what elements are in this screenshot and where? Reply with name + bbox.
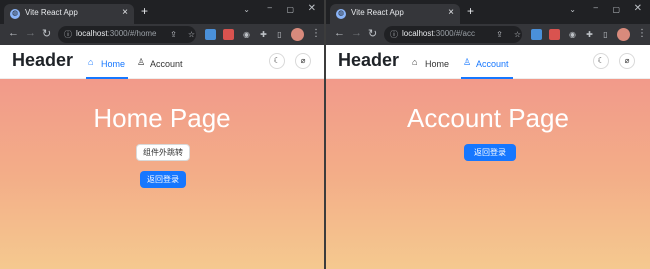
back-to-login-button[interactable]: 返回登录 (140, 171, 186, 188)
maximize-icon[interactable]: ▢ (612, 5, 620, 14)
user-icon: ♙ (463, 57, 472, 67)
url-host: localhost (76, 29, 108, 38)
dark-mode-toggle-icon[interactable]: ☾ (269, 53, 285, 69)
extension-icon[interactable] (205, 29, 216, 40)
url-path: :3000/#/acc (433, 29, 475, 38)
user-icon: ♙ (137, 57, 146, 67)
browser-window-right: ◍ Vite React App × + ⌄ – ▢ ✕ ← → ↻ ⓘ loc… (326, 0, 650, 269)
tab-search-icon[interactable]: ⌄ (569, 5, 576, 14)
browser-tab[interactable]: ◍ Vite React App × (330, 4, 460, 24)
puzzle-icon[interactable]: ✚ (258, 29, 269, 40)
globe-icon: ◍ (10, 9, 20, 19)
menu-item-account[interactable]: ♙ Account (137, 45, 185, 79)
extension-icon[interactable] (549, 29, 560, 40)
reload-icon[interactable]: ↻ (42, 27, 51, 40)
tab-title: Vite React App (25, 8, 78, 17)
window-close-icon[interactable]: ✕ (308, 3, 316, 14)
minimize-icon[interactable]: – (268, 3, 272, 12)
avatar[interactable] (291, 28, 304, 41)
outside-navigate-button[interactable]: 组件外跳转 (136, 144, 190, 161)
info-icon[interactable]: ⓘ (390, 29, 398, 40)
forward-arrow-icon[interactable]: → (25, 27, 36, 39)
url-host: localhost (402, 29, 434, 38)
home-icon: ⌂ (412, 57, 418, 67)
browser-tab[interactable]: ◍ Vite React App × (4, 4, 134, 24)
compass-icon[interactable]: ⌀ (295, 53, 311, 69)
menu-label: Home (101, 59, 126, 69)
close-icon[interactable]: × (448, 7, 454, 18)
app-brand: Header (12, 50, 74, 70)
new-tab-icon[interactable]: + (467, 4, 474, 18)
extension-icon[interactable] (531, 29, 542, 40)
menu-label: Account (476, 59, 509, 69)
screen: ◍ Vite React App × + ⌄ – ▢ ✕ ← → ↻ ⓘ loc… (0, 0, 650, 269)
tab-search-icon[interactable]: ⌄ (243, 5, 250, 14)
back-arrow-icon[interactable]: ← (334, 27, 345, 39)
close-icon[interactable]: × (122, 7, 128, 18)
puzzle-icon[interactable]: ✚ (584, 29, 595, 40)
extension-icon[interactable] (223, 29, 234, 40)
minimize-icon[interactable]: – (594, 3, 598, 12)
bookmark-star-icon[interactable]: ☆ (186, 29, 197, 40)
share-icon[interactable]: ⇪ (168, 29, 179, 40)
reload-icon[interactable]: ↻ (368, 27, 377, 40)
menu-kebab-icon[interactable]: ⋮ (637, 28, 647, 39)
share-icon[interactable]: ⇪ (494, 29, 505, 40)
page-title: Home Page (93, 103, 231, 133)
browser-toolbar: ← → ↻ ⓘ localhost:3000/#/acc ⇪ ☆ ◉ ✚ ▯ ⋮ (326, 24, 650, 45)
sidebar-icon[interactable]: ▯ (274, 29, 285, 40)
new-tab-icon[interactable]: + (141, 4, 148, 18)
extension-icon[interactable]: ◉ (567, 29, 578, 40)
tab-strip: ◍ Vite React App × + ⌄ – ▢ ✕ (0, 0, 324, 24)
app-header: Header ⌂ Home ♙ Account ☾ ⌀ (0, 45, 324, 79)
page-content: Home Page 组件外跳转 返回登录 (0, 79, 324, 269)
browser-toolbar: ← → ↻ ⓘ localhost:3000/#/home ⇪ ☆ ◉ ✚ ▯ … (0, 24, 324, 45)
url-text: localhost:3000/#/acc (402, 29, 475, 38)
extension-icon[interactable]: ◉ (241, 29, 252, 40)
menu-label: Account (150, 59, 183, 69)
forward-arrow-icon[interactable]: → (351, 27, 362, 39)
url-text: localhost:3000/#/home (76, 29, 157, 38)
menu-kebab-icon[interactable]: ⋮ (311, 28, 321, 39)
tab-title: Vite React App (351, 8, 404, 17)
page-title: Account Page (407, 103, 569, 133)
bookmark-star-icon[interactable]: ☆ (512, 29, 523, 40)
tab-strip: ◍ Vite React App × + ⌄ – ▢ ✕ (326, 0, 650, 24)
compass-icon[interactable]: ⌀ (619, 53, 635, 69)
avatar[interactable] (617, 28, 630, 41)
url-path: :3000/#/home (107, 29, 157, 38)
maximize-icon[interactable]: ▢ (286, 5, 294, 14)
window-close-icon[interactable]: ✕ (634, 3, 642, 14)
back-arrow-icon[interactable]: ← (8, 27, 19, 39)
page-content: Account Page 返回登录 (326, 79, 650, 269)
globe-icon: ◍ (336, 9, 346, 19)
home-icon: ⌂ (88, 57, 94, 67)
menu-item-home[interactable]: ⌂ Home (86, 45, 128, 79)
info-icon[interactable]: ⓘ (64, 29, 72, 40)
menu-label: Home (425, 59, 450, 69)
menu-item-home[interactable]: ⌂ Home (412, 45, 450, 79)
dark-mode-toggle-icon[interactable]: ☾ (593, 53, 609, 69)
sidebar-icon[interactable]: ▯ (600, 29, 611, 40)
app-header: Header ⌂ Home ♙ Account ☾ ⌀ (326, 45, 650, 79)
app-brand: Header (338, 50, 400, 70)
menu-item-account[interactable]: ♙ Account (461, 45, 513, 79)
back-to-login-button[interactable]: 返回登录 (464, 144, 516, 161)
browser-window-left: ◍ Vite React App × + ⌄ – ▢ ✕ ← → ↻ ⓘ loc… (0, 0, 324, 269)
